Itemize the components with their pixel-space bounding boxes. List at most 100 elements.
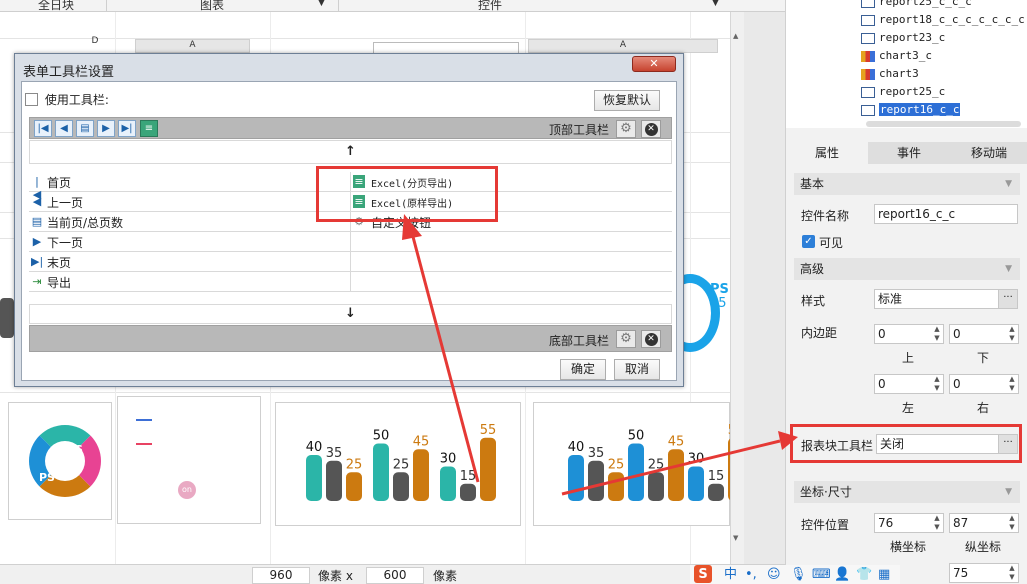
ime-logo-icon[interactable]: S — [694, 565, 712, 583]
use-toolbar-checkbox[interactable] — [25, 93, 38, 106]
tree-item[interactable]: report25_c — [861, 83, 945, 100]
item-label: 首页 — [47, 176, 72, 190]
top-toolbar-label: 顶部工具栏 — [549, 123, 610, 137]
chart-bar-label: 45 — [413, 434, 430, 449]
tab-events[interactable]: 事件 — [868, 142, 950, 164]
spinner-icon[interactable]: ▲ ▼ — [1006, 325, 1018, 343]
style-input[interactable]: 标准 ··· — [874, 289, 1018, 309]
spinner-icon[interactable]: ▲ ▼ — [931, 325, 943, 343]
chart-bar — [668, 449, 684, 501]
chart-bar — [588, 460, 604, 501]
list-item[interactable]: ⇥ 导出 — [29, 272, 672, 292]
bar-chart-panel-1[interactable]: 40 35 25 50 25 45 30 15 55 — [275, 402, 521, 526]
right-label: 右 — [977, 401, 990, 415]
page-count-icon[interactable]: ▤ — [76, 120, 94, 137]
position-y-input[interactable]: 87 ▲ ▼ — [949, 513, 1019, 533]
chart-bar — [460, 483, 476, 501]
prev-page-icon[interactable]: ◀ — [55, 120, 73, 137]
restore-default-button[interactable]: 恢复默认 — [594, 90, 660, 111]
close-button[interactable]: ✕ — [632, 56, 676, 72]
list-item[interactable]: ▶ 下一页 — [29, 232, 672, 252]
page-count-icon: ▤ — [31, 215, 43, 228]
cancel-button[interactable]: 取消 — [614, 359, 660, 380]
legend-panel[interactable]: on — [117, 396, 261, 524]
skin-icon[interactable]: 👕 — [856, 565, 872, 584]
tree-item[interactable]: report25_c_c_c — [861, 0, 972, 10]
gear-icon[interactable]: ⚙ — [616, 330, 636, 348]
divider — [338, 0, 339, 12]
tab-properties[interactable]: 属性 — [786, 142, 868, 164]
padding-bottom-input[interactable]: 0 ▲ ▼ — [949, 324, 1019, 344]
padding-right-input[interactable]: 0 ▲ ▼ — [949, 374, 1019, 394]
section-basic[interactable]: 基本 ▼ — [794, 173, 1020, 195]
donut-chart-panel[interactable]: PS PS — [8, 402, 112, 520]
ime-emoji-icon[interactable]: ☺ — [767, 565, 781, 584]
spinner-icon[interactable]: ▲ ▼ — [1006, 514, 1018, 532]
chart-bar-label: 35 — [326, 446, 343, 461]
chart-bar — [480, 437, 496, 501]
tree-scrollbar[interactable] — [866, 121, 1021, 127]
chart-bar — [373, 443, 389, 501]
position-x-input[interactable]: 76 ▲ ▼ — [874, 513, 944, 533]
spinner-icon[interactable]: ▲ ▼ — [931, 514, 943, 532]
next-page-icon[interactable]: ▶ — [97, 120, 115, 137]
visible-checkbox[interactable]: ✓ — [802, 235, 815, 248]
section-advanced[interactable]: 高级 ▼ — [794, 258, 1020, 280]
padding-top-input[interactable]: 0 ▲ ▼ — [874, 324, 944, 344]
tree-item[interactable]: chart3_c — [861, 47, 932, 64]
canvas-scrollbar[interactable]: ▲ ▼ — [730, 12, 744, 564]
list-item[interactable]: ▶| 末页 — [29, 252, 672, 272]
tree-item[interactable]: report18_c_c_c_c_c_c_c — [861, 11, 1025, 28]
last-page-icon: ▶| — [31, 255, 44, 268]
chart-bar — [568, 455, 584, 501]
move-up-button[interactable]: ↑ — [29, 140, 672, 164]
chart-bar-label: 55 — [480, 423, 497, 438]
last-page-icon[interactable]: ▶| — [118, 120, 136, 137]
user-icon[interactable]: 👤 — [834, 565, 850, 584]
bar-chart-panel-2[interactable]: 403525502545301555 — [533, 402, 730, 526]
chart-bar — [413, 449, 429, 501]
legend-swatch — [136, 443, 152, 445]
ime-punct[interactable]: •, — [745, 565, 757, 584]
chevron-down-icon[interactable]: ▼ — [733, 534, 742, 542]
remove-icon[interactable]: ✕ — [641, 330, 661, 348]
chevron-up-icon[interactable]: ▲ — [733, 32, 742, 40]
ok-button[interactable]: 确定 — [560, 359, 606, 380]
use-toolbar-option[interactable]: 使用工具栏: — [25, 91, 109, 108]
canvas-height-input[interactable]: 600 — [366, 567, 424, 584]
tree-item[interactable]: report23_c — [861, 29, 945, 46]
ime-mode[interactable]: 中 — [724, 565, 737, 584]
chart-bar-label: 25 — [608, 457, 625, 472]
chart-bar — [708, 483, 724, 501]
tree-item-selected[interactable]: report16_c_c — [861, 101, 961, 118]
chart-bar-label: 45 — [668, 434, 685, 449]
unit-label: 像素 — [433, 569, 458, 583]
first-page-icon[interactable]: |◀ — [34, 120, 52, 137]
microphone-icon[interactable]: 🎙 — [790, 565, 807, 584]
keyboard-icon[interactable]: ⌨ — [812, 565, 831, 584]
grid-icon[interactable]: ▦ — [878, 565, 890, 584]
highlight-excel-options — [316, 166, 498, 222]
size-input[interactable]: 75 ▲ ▼ — [949, 563, 1019, 583]
move-down-button[interactable]: ↓ — [29, 304, 672, 324]
spinner-icon[interactable]: ▲ ▼ — [1006, 564, 1018, 582]
chevron-down-icon[interactable]: ▼ — [318, 0, 325, 8]
excel-export-icon[interactable]: ≡ — [140, 120, 158, 137]
padding-left-input[interactable]: 0 ▲ ▼ — [874, 374, 944, 394]
prev-page-icon: ◀ — [32, 195, 42, 208]
top-label: 上 — [902, 351, 915, 365]
more-button[interactable]: ··· — [998, 290, 1017, 308]
chart-bar — [393, 472, 409, 501]
chart-bar-label: 40 — [568, 440, 585, 455]
widget-name-input[interactable]: report16_c_c — [874, 204, 1018, 224]
spinner-icon[interactable]: ▲ ▼ — [931, 375, 943, 393]
tab-mobile[interactable]: 移动端 — [950, 142, 1027, 164]
canvas-width-input[interactable]: 960 — [252, 567, 310, 584]
tree-item[interactable]: chart3 — [861, 65, 919, 82]
spinner-icon[interactable]: ▲ ▼ — [1006, 375, 1018, 393]
gear-icon[interactable]: ⚙ — [616, 120, 636, 138]
remove-icon[interactable]: ✕ — [641, 120, 661, 138]
chevron-down-icon[interactable]: ▼ — [712, 0, 719, 8]
map-marker-icon: on — [178, 481, 196, 499]
section-coordinates[interactable]: 坐标·尺寸 ▼ — [794, 481, 1020, 503]
